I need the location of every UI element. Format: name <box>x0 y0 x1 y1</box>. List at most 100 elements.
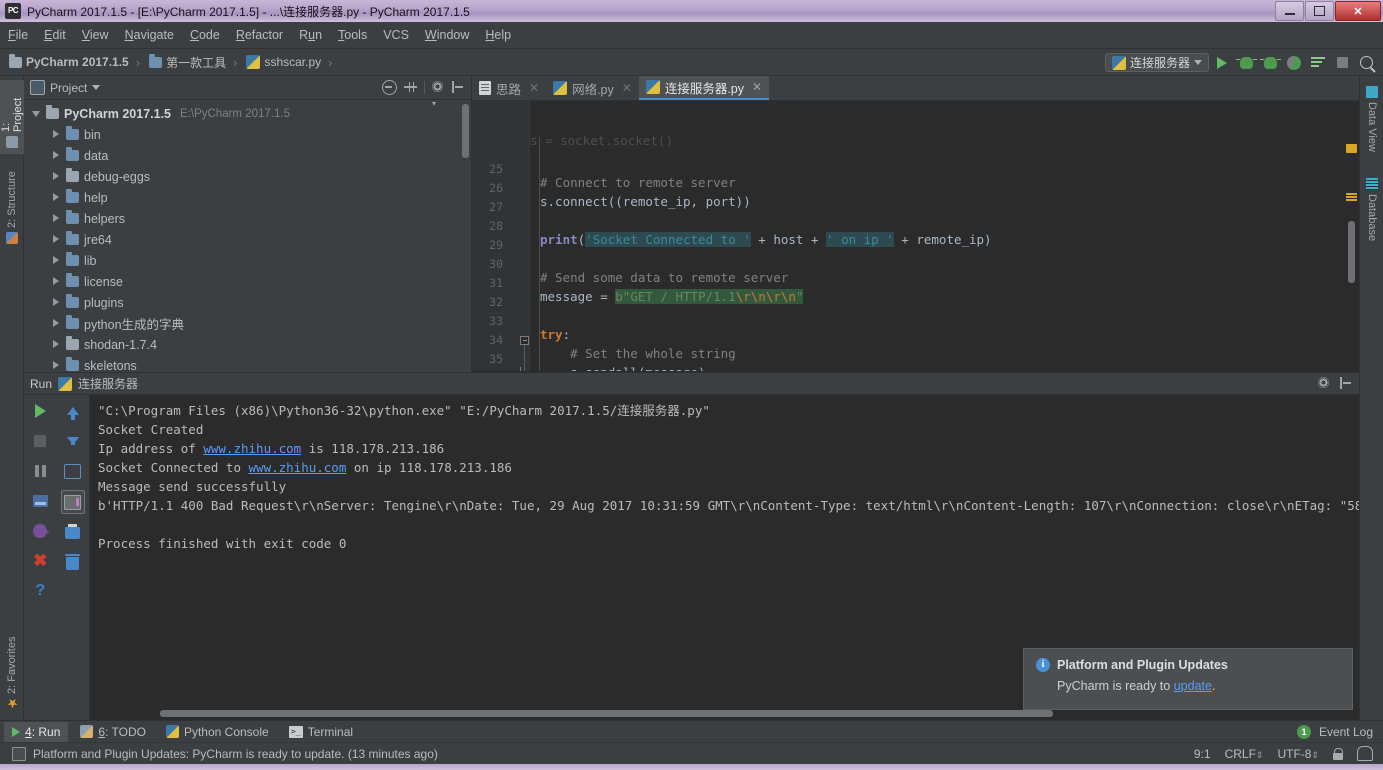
update-link[interactable]: update <box>1174 679 1212 693</box>
status-message[interactable]: Platform and Plugin Updates: PyCharm is … <box>33 747 438 761</box>
read-only-lock-icon[interactable] <box>1333 747 1343 760</box>
down-stack-button[interactable] <box>62 430 84 452</box>
console-button[interactable] <box>29 490 51 512</box>
sidebar-item-favorites[interactable]: ★ 2: Favorites <box>0 624 24 716</box>
chevron-down-icon[interactable] <box>32 109 41 118</box>
editor-scrollbar[interactable] <box>1348 221 1355 283</box>
hide-icon[interactable] <box>452 81 465 94</box>
tree-row-helpers[interactable]: helpers <box>24 208 471 229</box>
tree-row-plugins[interactable]: plugins <box>24 292 471 313</box>
tree-row-python-dict[interactable]: python生成的字典 <box>24 313 471 334</box>
sidebar-item-data-view[interactable]: Data View <box>1360 80 1383 162</box>
caret-position[interactable]: 9:1 <box>1194 747 1211 761</box>
encoding-widget[interactable]: UTF-8⇕ <box>1277 747 1319 761</box>
breadcrumb-folder[interactable]: 第一款工具 <box>144 52 233 73</box>
tab-连接服务器-py[interactable]: 连接服务器.py ✕ <box>638 76 770 100</box>
scroll-from-source-icon[interactable] <box>404 81 417 94</box>
menu-edit[interactable]: Edit <box>36 25 74 45</box>
tree-row-help[interactable]: help <box>24 187 471 208</box>
pause-button[interactable] <box>29 460 51 482</box>
soft-wrap-button[interactable] <box>62 460 84 482</box>
tool-button-todo[interactable]: 6: TODO <box>72 722 154 742</box>
up-stack-button[interactable] <box>62 400 84 422</box>
print-button[interactable] <box>62 522 84 544</box>
chevron-right-icon[interactable] <box>52 151 61 160</box>
settings-gear-icon[interactable]: ▾ <box>1318 377 1331 404</box>
sidebar-item-structure[interactable]: 2: Structure <box>0 164 24 250</box>
collapse-all-icon[interactable] <box>382 80 397 95</box>
close-button[interactable]: ✕ <box>1335 1 1381 21</box>
stop-button[interactable] <box>1331 52 1353 74</box>
console-horizontal-scrollbar[interactable] <box>160 710 1053 717</box>
notification-balloon[interactable]: i Platform and Plugin Updates PyCharm is… <box>1023 648 1353 710</box>
tab-思路[interactable]: 思路 ✕ <box>472 76 546 100</box>
chevron-down-icon[interactable] <box>92 85 101 90</box>
breadcrumb-file[interactable]: sshscar.py <box>241 53 328 71</box>
hector-inspection-icon[interactable] <box>1357 746 1373 761</box>
tree-row-root[interactable]: PyCharm 2017.1.5 E:\PyCharm 2017.1.5 <box>24 103 471 124</box>
chevron-right-icon[interactable] <box>52 277 61 286</box>
run-coverage-button[interactable] <box>1259 52 1281 74</box>
menu-vcs[interactable]: VCS <box>375 25 417 45</box>
console-hyperlink[interactable]: www.zhihu.com <box>249 460 347 475</box>
tree-row-debug-eggs[interactable]: debug-eggs <box>24 166 471 187</box>
clear-all-button[interactable] <box>62 552 84 574</box>
chevron-right-icon[interactable] <box>52 340 61 349</box>
chevron-right-icon[interactable] <box>52 319 61 328</box>
menu-help[interactable]: Help <box>477 25 519 45</box>
chevron-right-icon[interactable] <box>52 235 61 244</box>
minimize-button[interactable] <box>1275 1 1304 21</box>
code-content[interactable]: s = socket.socket() # Connect to remote … <box>530 101 1359 371</box>
stop-button[interactable] <box>29 430 51 452</box>
chevron-right-icon[interactable] <box>52 361 61 370</box>
tree-row-skeletons[interactable]: skeletons <box>24 355 471 372</box>
background-tasks-icon[interactable] <box>12 746 26 761</box>
chevron-right-icon[interactable] <box>52 130 61 139</box>
menu-file[interactable]: File <box>0 25 36 45</box>
close-icon[interactable]: ✕ <box>752 80 762 94</box>
run-configuration-selector[interactable]: 连接服务器 <box>1104 53 1209 72</box>
close-icon[interactable]: ✕ <box>529 81 539 95</box>
tree-row-jre64[interactable]: jre64 <box>24 229 471 250</box>
tool-button-terminal[interactable]: >_ Terminal <box>281 722 361 742</box>
attach-button[interactable] <box>1307 52 1329 74</box>
tool-button-python-console[interactable]: Python Console <box>158 722 277 742</box>
project-tree[interactable]: PyCharm 2017.1.5 E:\PyCharm 2017.1.5 bin… <box>24 100 471 372</box>
event-log-button[interactable]: 1 Event Log <box>1296 724 1383 739</box>
profile-button[interactable] <box>1283 52 1305 74</box>
project-tree-scrollbar[interactable] <box>462 104 469 158</box>
line-separator-widget[interactable]: CRLF⇕ <box>1225 747 1264 761</box>
chevron-right-icon[interactable] <box>52 193 61 202</box>
code-editor[interactable]: 25 26 27 28 29 30 31 32 33 34 35 36 s = … <box>472 101 1359 371</box>
menu-run[interactable]: Run <box>291 25 330 45</box>
tree-row-bin[interactable]: bin <box>24 124 471 145</box>
close-icon[interactable]: ✕ <box>622 81 632 95</box>
menu-tools[interactable]: Tools <box>330 25 375 45</box>
breadcrumb-project[interactable]: PyCharm 2017.1.5 <box>4 53 136 71</box>
debug-button[interactable] <box>1235 52 1257 74</box>
help-button[interactable]: ? <box>29 580 51 602</box>
run-button[interactable] <box>1211 52 1233 74</box>
tool-button-run[interactable]: 4: Run <box>4 721 69 742</box>
menu-window[interactable]: Window <box>417 25 477 45</box>
menu-code[interactable]: Code <box>182 25 228 45</box>
menu-view[interactable]: View <box>74 25 117 45</box>
tree-row-lib[interactable]: lib <box>24 250 471 271</box>
rerun-button[interactable] <box>29 400 51 422</box>
tree-row-shodan[interactable]: shodan-1.7.4 <box>24 334 471 355</box>
sidebar-item-project[interactable]: 1: Project <box>0 80 24 154</box>
maximize-button[interactable] <box>1305 1 1334 21</box>
socket-button[interactable] <box>29 520 51 542</box>
close-button[interactable]: ✖ <box>29 550 51 572</box>
sidebar-item-database[interactable]: Database <box>1360 172 1383 256</box>
menu-navigate[interactable]: Navigate <box>117 25 182 45</box>
editor-gutter[interactable]: 25 26 27 28 29 30 31 32 33 34 35 36 <box>472 101 530 371</box>
chevron-right-icon[interactable] <box>52 298 61 307</box>
menu-refactor[interactable]: Refactor <box>228 25 291 45</box>
gutter-warning-marker[interactable] <box>1346 144 1357 153</box>
gutter-stripe-marker[interactable] <box>1346 193 1357 202</box>
settings-gear-icon[interactable]: ▾ <box>432 81 445 108</box>
console-hyperlink[interactable]: www.zhihu.com <box>203 441 301 456</box>
tree-row-data[interactable]: data <box>24 145 471 166</box>
chevron-right-icon[interactable] <box>52 256 61 265</box>
